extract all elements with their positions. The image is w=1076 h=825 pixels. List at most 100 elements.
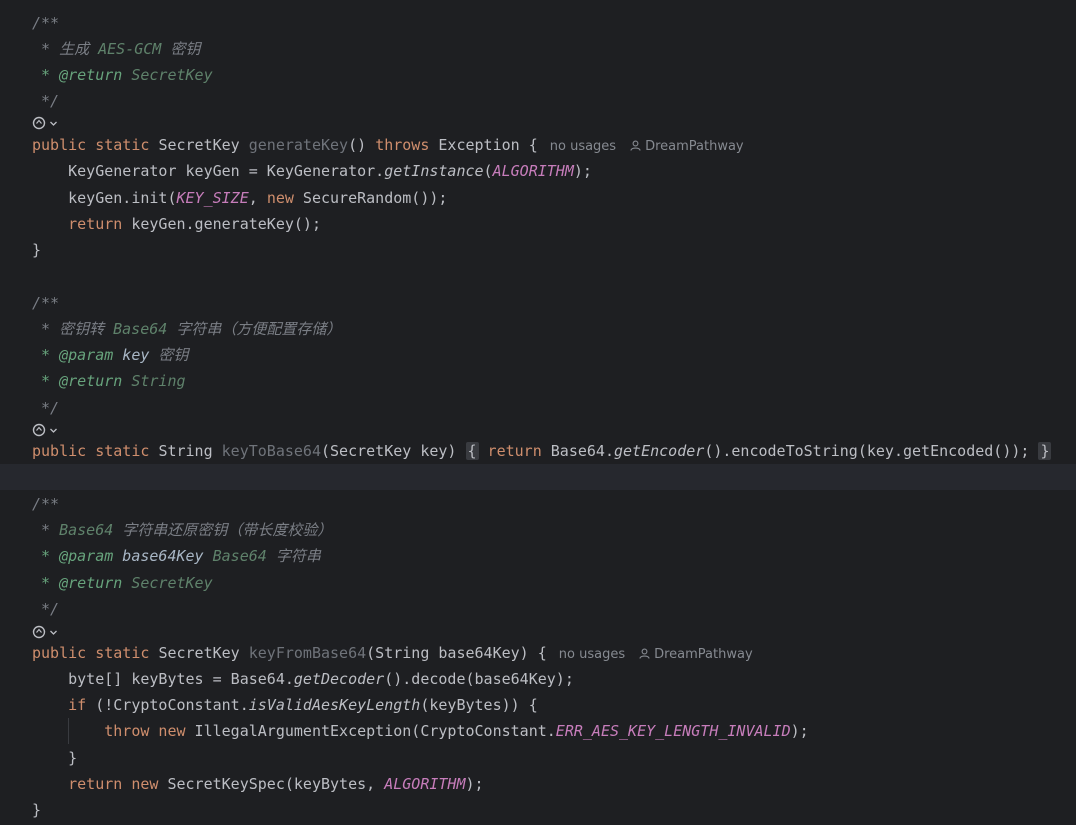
ai-assist-icon[interactable] — [32, 423, 46, 437]
code-text: , — [248, 189, 267, 207]
code-text: byte[] keyBytes = Base64. — [32, 670, 294, 688]
ai-assist-icon[interactable] — [32, 625, 46, 639]
doc-summary: * — [32, 521, 60, 539]
params: (SecretKey key) — [321, 442, 466, 460]
code-line: keyGen.init(KEY_SIZE, new SecureRandom()… — [0, 185, 1076, 211]
chevron-down-icon[interactable] — [49, 628, 58, 637]
doc-return-value: SecretKey — [122, 66, 213, 84]
method-name[interactable]: keyFromBase64 — [249, 644, 366, 662]
keyword: return — [478, 442, 542, 460]
code-line: * Base64 字符串还原密钥（带长度校验） — [0, 517, 1076, 543]
method-name[interactable]: keyToBase64 — [222, 442, 321, 460]
doc-summary-suffix: 字符串还原密钥（带长度校验） — [113, 521, 333, 539]
ai-assist-icon[interactable] — [32, 116, 46, 130]
doc-return-value: String — [122, 372, 186, 390]
code-line: } — [0, 797, 1076, 823]
fold-open-brace[interactable]: { — [465, 442, 479, 460]
static-method: getEncoder — [614, 442, 705, 460]
doc-summary: * 生成 — [32, 40, 99, 58]
user-icon — [630, 140, 641, 151]
code-line: * @return SecretKey — [0, 62, 1076, 88]
usages-hint[interactable]: no usages — [550, 139, 616, 154]
sig-rest: Exception { — [429, 136, 538, 154]
code-line: } — [0, 745, 1076, 771]
constant: ALGORITHM — [384, 775, 466, 793]
usages-hint[interactable]: no usages — [559, 647, 625, 662]
constant: ERR_AES_KEY_LENGTH_INVALID — [555, 722, 791, 740]
closing-brace: } — [32, 749, 78, 767]
closing-brace: } — [32, 801, 42, 819]
doc-return-tag: * @return — [32, 574, 123, 592]
code-text: ); — [573, 162, 592, 180]
params: () — [348, 136, 376, 154]
code-text: KeyGenerator keyGen = KeyGenerator. — [32, 162, 385, 180]
doc-param-desc: 字符串 — [266, 547, 321, 565]
doc-param-code: Base64 — [203, 547, 267, 565]
code-line: KeyGenerator keyGen = KeyGenerator.getIn… — [0, 158, 1076, 184]
doc-summary-code: Base64 — [59, 521, 114, 539]
author-hint[interactable]: DreamPathway — [645, 139, 744, 154]
author-hint[interactable]: DreamPathway — [654, 647, 753, 662]
return-type: String — [158, 442, 222, 460]
doc-param-tag: * @param — [32, 346, 114, 364]
code-text: ); — [790, 722, 809, 740]
method-name[interactable]: generateKey — [249, 136, 348, 154]
code-text: keyGen.generateKey(); — [122, 215, 321, 233]
code-line: return new SecretKeySpec(keyBytes, ALGOR… — [0, 771, 1076, 797]
code-text: (keyBytes)) { — [420, 696, 538, 714]
fold-close-brace[interactable]: } — [1038, 442, 1052, 460]
code-line: /** — [0, 491, 1076, 517]
code-line: return keyGen.generateKey(); — [0, 211, 1076, 237]
code-text: keyGen.init( — [32, 189, 177, 207]
modifiers: public static — [32, 644, 159, 662]
keyword: return — [32, 775, 123, 793]
code-text: IllegalArgumentException(CryptoConstant. — [185, 722, 556, 740]
code-line: * 密钥转 Base64 字符串（方便配置存储） — [0, 316, 1076, 342]
code-line: * @param base64Key Base64 字符串 — [0, 543, 1076, 569]
code-editor[interactable]: /** * 生成 AES-GCM 密钥 * @return SecretKey … — [0, 0, 1076, 825]
keyword: throw — [32, 722, 150, 740]
code-line: /** — [0, 10, 1076, 36]
keyword: new — [266, 189, 294, 207]
code-text: ); — [465, 775, 484, 793]
doc-param-name: key — [113, 346, 150, 364]
chevron-down-icon[interactable] — [49, 119, 58, 128]
keyword: if — [32, 696, 87, 714]
code-line: byte[] keyBytes = Base64.getDecoder().de… — [0, 666, 1076, 692]
modifiers: public static — [32, 442, 159, 460]
code-line: public static SecretKey generateKey() th… — [0, 132, 1076, 158]
doc-param-tag: * @param — [32, 547, 114, 565]
gutter-line — [0, 620, 1076, 642]
return-type: SecretKey — [158, 644, 249, 662]
constant: ALGORITHM — [492, 162, 574, 180]
doc-summary-suffix: 密钥 — [161, 40, 201, 58]
doc-return-tag: * @return — [32, 372, 123, 390]
gutter-line — [0, 418, 1076, 440]
doc-summary: * 密钥转 — [32, 320, 114, 338]
code-text: Base64. — [541, 442, 614, 460]
doc-return-tag: * @return — [32, 66, 123, 84]
keyword: return — [32, 215, 123, 233]
code-line: throw new IllegalArgumentException(Crypt… — [0, 718, 1076, 744]
code-text: (!CryptoConstant. — [86, 696, 249, 714]
doc-summary-suffix: 字符串（方便配置存储） — [167, 320, 342, 338]
return-type: SecretKey — [158, 136, 249, 154]
code-line: if (!CryptoConstant.isValidAesKeyLength(… — [0, 692, 1076, 718]
code-line: * @param key 密钥 — [0, 342, 1076, 368]
code-line: * @return SecretKey — [0, 570, 1076, 596]
code-line: /** — [0, 290, 1076, 316]
code-line: */ — [0, 596, 1076, 622]
closing-brace: } — [32, 241, 42, 259]
doc-comment-close: */ — [32, 600, 60, 618]
current-line[interactable] — [0, 464, 1076, 490]
chevron-down-icon[interactable] — [49, 426, 58, 435]
code-line: * @return String — [0, 368, 1076, 394]
static-method: isValidAesKeyLength — [248, 696, 421, 714]
doc-summary-code: AES-GCM — [98, 40, 162, 58]
constant: KEY_SIZE — [176, 189, 249, 207]
code-text: SecureRandom()); — [293, 189, 448, 207]
keyword: new — [149, 722, 186, 740]
code-line: * 生成 AES-GCM 密钥 — [0, 36, 1076, 62]
keyword: new — [122, 775, 159, 793]
doc-comment-open: /** — [32, 14, 60, 32]
